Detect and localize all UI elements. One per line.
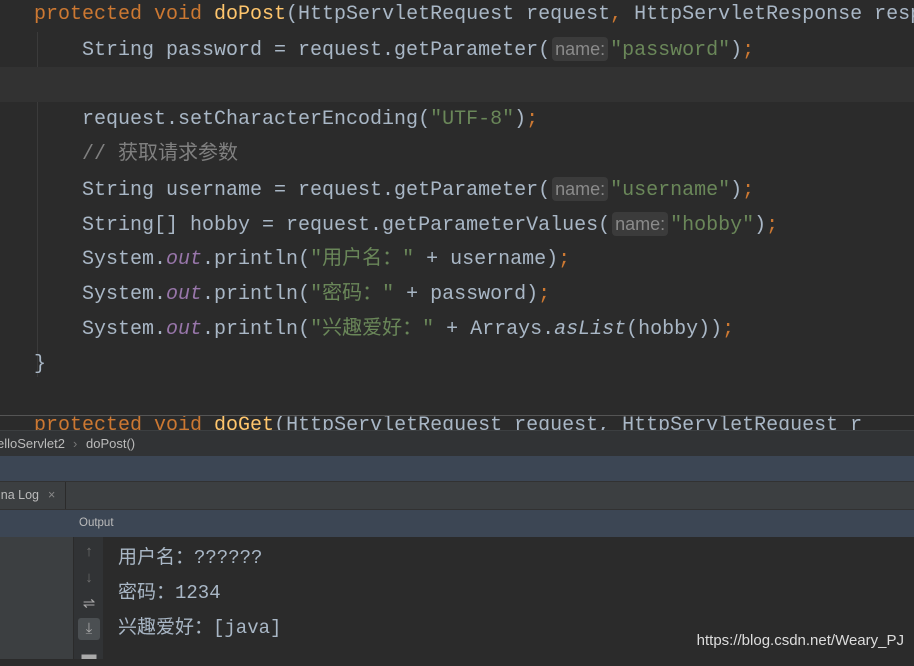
code-line: System.out.println("兴趣爱好：" + Arrays.asLi… — [0, 312, 914, 347]
code-token: + Arrays. — [434, 318, 555, 341]
soft-wrap-icon[interactable]: ⇌ — [78, 593, 100, 615]
code-token: , — [610, 3, 635, 26]
code-token: System. — [34, 283, 167, 306]
breadcrumb-separator: › — [73, 436, 78, 451]
code-peek: protected void doGet(HttpServletRequest … — [0, 416, 914, 430]
output-line: 密码：1234 — [118, 582, 221, 604]
code-token: (hobby)) — [626, 318, 723, 341]
code-token: + username) — [414, 248, 559, 271]
code-token: "username" — [610, 179, 731, 202]
watermark: https://blog.csdn.net/Weary_PJ — [696, 632, 904, 649]
code-line: System.out.println("密码：" + password); — [0, 277, 914, 312]
code-token: "兴趣爱好：" — [310, 318, 435, 341]
code-line: System.out.println("用户名：" + username); — [0, 242, 914, 277]
breadcrumb-class[interactable]: elloServlet2 — [0, 431, 65, 457]
code-token: .println( — [202, 318, 311, 341]
arrow-down-icon[interactable]: ↓ — [78, 567, 100, 589]
code-token: doGet — [214, 416, 275, 430]
output-line: 兴趣爱好：[java] — [118, 617, 282, 639]
run-toolbar — [0, 456, 914, 481]
breadcrumb-method[interactable]: doPost() — [86, 431, 135, 457]
code-token: .println( — [202, 248, 311, 271]
code-token: HttpServletResponse resp — [634, 3, 914, 26]
close-icon[interactable]: × — [48, 482, 55, 509]
code-line: protected void doGet(HttpServletRequest … — [0, 416, 914, 430]
code-line: // 获取请求参数 — [0, 137, 914, 172]
code-token: out — [166, 318, 203, 341]
code-token: String password = request.getParameter( — [34, 39, 551, 62]
code-token: + password) — [394, 283, 539, 306]
code-token: asList — [554, 318, 627, 341]
code-token: ; — [558, 248, 571, 271]
code-token: String[] hobby = request.getParameterVal… — [34, 214, 611, 237]
code-line: String[] hobby = request.getParameterVal… — [0, 207, 914, 242]
parameter-hint: name: — [552, 177, 609, 201]
code-line: request.setCharacterEncoding("UTF-8"); — [0, 102, 914, 137]
code-token: "密码：" — [310, 283, 395, 306]
code-token: ; — [766, 214, 779, 237]
code-token: "UTF-8" — [430, 108, 515, 131]
code-token: out — [166, 248, 203, 271]
code-token: ; — [742, 39, 755, 62]
code-token: ) — [514, 108, 527, 131]
output-toolbar: ↑ ↓ ⇌ ⤓ ▬ — [74, 537, 103, 663]
code-token: ; — [722, 318, 735, 341]
code-token: (HttpServletRequest request, HttpServlet… — [274, 416, 863, 430]
breadcrumb: elloServlet2 › doPost() — [0, 430, 914, 457]
code-token: ) — [754, 214, 767, 237]
tab-bar: ina Log × — [0, 481, 914, 510]
print-icon[interactable]: ▬ — [78, 644, 100, 666]
code-token: ; — [742, 179, 755, 202]
code-token: ) — [730, 39, 743, 62]
arrow-up-icon[interactable]: ↑ — [78, 541, 100, 563]
tab-label: ina Log — [0, 488, 40, 502]
code-line: String password = request.getParameter(n… — [0, 32, 914, 67]
code-token: protected void — [10, 416, 215, 430]
code-token: out — [166, 283, 203, 306]
scroll-to-end-icon[interactable]: ⤓ — [78, 618, 100, 640]
code-token: request.setCharacterEncoding( — [34, 108, 431, 131]
code-token: ) — [730, 179, 743, 202]
code-token: String username = request.getParameter( — [34, 179, 551, 202]
code-token: "hobby" — [670, 214, 755, 237]
code-line: protected void doPost(HttpServletRequest… — [0, 0, 914, 32]
tab-log[interactable]: ina Log × — [0, 482, 66, 509]
code-line: } — [0, 347, 914, 382]
code-token: ; — [538, 283, 551, 306]
code-token: System. — [34, 318, 167, 341]
code-token: "password" — [610, 39, 731, 62]
code-token: } — [34, 353, 47, 376]
parameter-hint: name: — [552, 37, 609, 61]
parameter-hint: name: — [612, 212, 669, 236]
code-token: (HttpServletRequest request — [286, 3, 611, 26]
server-panel — [0, 537, 74, 659]
code-line: String username = request.getParameter(n… — [0, 172, 914, 207]
output-title: Output — [79, 517, 114, 529]
code-token: "用户名：" — [310, 248, 415, 271]
output-line: 用户名：?????? — [118, 547, 263, 569]
code-token: protected void — [34, 3, 215, 26]
code-editor[interactable]: protected void doPost(HttpServletRequest… — [0, 0, 914, 416]
code-line — [0, 67, 914, 102]
code-token: doPost — [214, 3, 287, 26]
code-token: // 获取请求参数 — [34, 143, 239, 166]
code-token: .println( — [202, 283, 311, 306]
output-header: Output — [0, 510, 914, 537]
code-token: ; — [526, 108, 539, 131]
code-token: System. — [34, 248, 167, 271]
